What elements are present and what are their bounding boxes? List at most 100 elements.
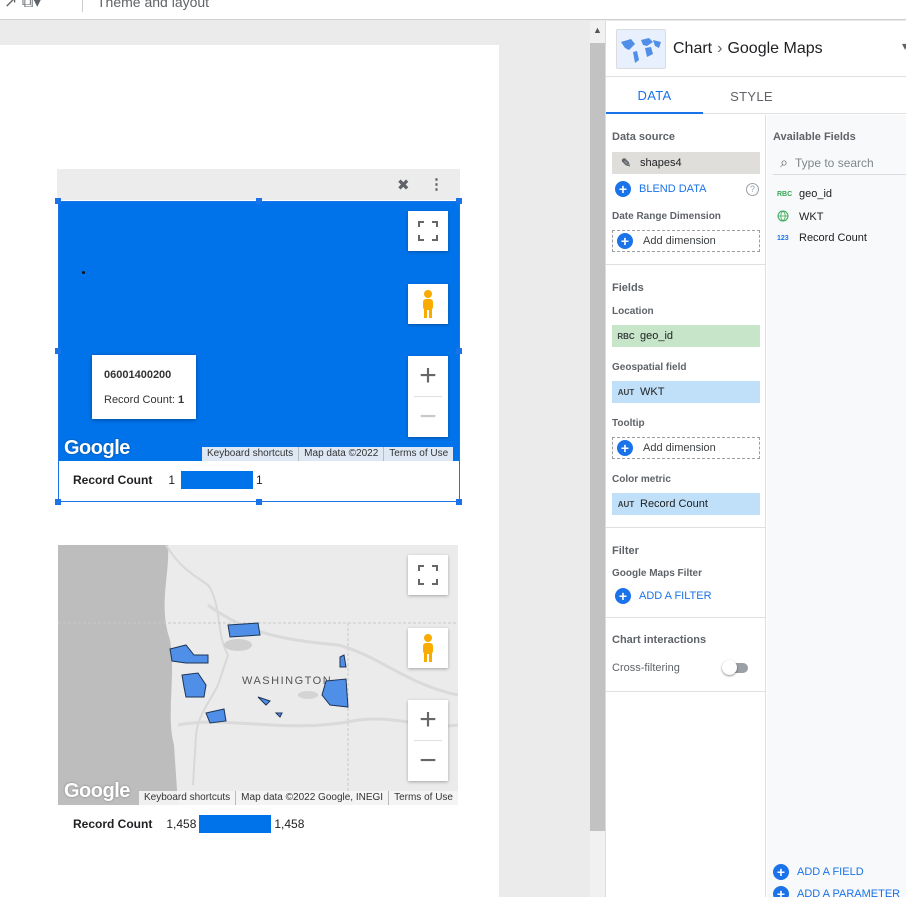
data-source-chip[interactable]: ✎ shapes4	[612, 152, 760, 174]
pegman-button[interactable]	[408, 628, 448, 668]
zoom-in-button[interactable]: +	[408, 700, 448, 740]
blend-data-link[interactable]: + BLEND DATA	[615, 181, 706, 197]
help-icon[interactable]: ?	[746, 183, 759, 196]
legend-gradient-bar	[199, 815, 272, 833]
tooltip-title: 06001400200	[104, 369, 172, 381]
pin-off-icon[interactable]: ✖	[397, 176, 410, 194]
toolbar-icons[interactable]: ↗ ⧉▾	[4, 0, 41, 12]
chart-interactions-title: Chart interactions	[612, 634, 707, 646]
chevron-right-icon: ›	[717, 40, 723, 57]
zoom-controls: + −	[408, 356, 448, 437]
toolbar-divider	[82, 0, 83, 12]
divider	[606, 527, 765, 528]
location-title: Location	[612, 306, 654, 317]
more-options-icon[interactable]: ⋮	[429, 175, 444, 193]
resize-handle[interactable]	[456, 198, 462, 204]
tooltip-title: Tooltip	[612, 418, 645, 429]
chart-type-label[interactable]: Google Maps	[727, 40, 822, 57]
legend-label: Record Count	[73, 473, 153, 487]
add-icon: +	[617, 233, 633, 249]
text-type-icon: RBC	[617, 331, 635, 341]
region-shape	[339, 654, 347, 668]
field-item[interactable]: 123 Record Count	[777, 232, 867, 244]
fields-title: Fields	[612, 282, 644, 294]
legend-label: Record Count	[73, 817, 153, 831]
tooltip-value: 1	[177, 394, 185, 406]
resize-handle[interactable]	[55, 198, 61, 204]
add-dimension-label: Add dimension	[643, 235, 716, 247]
chevron-down-icon[interactable]: ▾	[902, 39, 906, 53]
filter-title: Filter	[612, 545, 639, 557]
divider	[606, 617, 765, 618]
region-shape	[227, 622, 261, 638]
geospatial-field-value: WKT	[640, 386, 665, 398]
pegman-button[interactable]	[408, 284, 448, 324]
terms-of-use-link[interactable]: Terms of Use	[383, 447, 453, 461]
fullscreen-button[interactable]	[408, 555, 448, 595]
scroll-thumb[interactable]	[590, 43, 605, 831]
chart-header: ✖ ⋮	[57, 169, 460, 200]
field-search-input[interactable]	[795, 155, 899, 170]
add-parameter-link[interactable]: + ADD A PARAMETER	[773, 886, 900, 897]
region-shape	[169, 644, 209, 664]
available-fields-title: Available Fields	[773, 131, 856, 143]
resize-handle[interactable]	[256, 499, 262, 505]
data-settings: Data source ✎ shapes4 + BLEND DATA ? Dat…	[606, 115, 766, 897]
cross-filtering-toggle[interactable]	[722, 660, 748, 675]
chart-type-thumbnail[interactable]	[616, 29, 666, 69]
color-metric-chip[interactable]: AUT Record Count	[612, 493, 760, 515]
keyboard-shortcuts-link[interactable]: Keyboard shortcuts	[139, 791, 235, 805]
top-toolbar: ↗ ⧉▾ Theme and layout	[0, 0, 906, 20]
text-type-icon: RBC	[777, 190, 793, 198]
zoom-out-button[interactable]: −	[408, 397, 448, 437]
resize-handle[interactable]	[456, 348, 462, 354]
region-shapes[interactable]	[58, 545, 458, 805]
number-type-icon: 123	[777, 234, 789, 242]
add-field-link[interactable]: + ADD A FIELD	[773, 864, 864, 880]
field-name: WKT	[799, 211, 824, 223]
zoom-out-button[interactable]: −	[408, 741, 448, 781]
canvas-scrollbar[interactable]: ▲	[590, 21, 605, 897]
google-map-chart-1[interactable]: + − Google Keyboard shortcuts Map data ©…	[58, 201, 459, 461]
terms-of-use-link[interactable]: Terms of Use	[388, 791, 458, 805]
add-icon: +	[615, 588, 631, 604]
tab-data[interactable]: DATA	[606, 78, 703, 114]
panel-title: Chart › Google Maps	[673, 40, 823, 58]
resize-handle[interactable]	[456, 499, 462, 505]
tab-style[interactable]: STYLE	[703, 78, 800, 114]
available-fields: Available Fields ⌕ RBC geo_id WKT 123 Re…	[767, 115, 906, 897]
panel-header: Chart › Google Maps ▾	[606, 21, 906, 77]
scroll-up-arrow-icon[interactable]: ▲	[593, 25, 602, 35]
map-attribution: Keyboard shortcuts Map data ©2022 Google…	[139, 791, 458, 805]
color-metric-value: Record Count	[640, 498, 708, 510]
auto-type-icon: AUT	[617, 499, 635, 509]
fullscreen-button[interactable]	[408, 211, 448, 251]
theme-layout-button[interactable]: Theme and layout	[97, 0, 209, 10]
location-field-chip[interactable]: RBC geo_id	[612, 325, 760, 347]
edit-pencil-icon[interactable]: ✎	[612, 156, 640, 170]
tooltip-line: Record Count: 1	[104, 394, 184, 406]
add-tooltip-dimension[interactable]: + Add dimension	[612, 437, 760, 459]
map-point[interactable]	[82, 271, 85, 274]
legend-min: 1	[168, 473, 176, 487]
google-map-chart-2[interactable]: WASHINGTON + − Google Keyboard shortcuts…	[58, 545, 458, 805]
add-icon: +	[615, 181, 631, 197]
field-item[interactable]: RBC geo_id	[777, 188, 832, 200]
resize-handle[interactable]	[256, 198, 262, 204]
auto-type-icon: AUT	[617, 387, 635, 397]
resize-handle[interactable]	[55, 499, 61, 505]
zoom-in-button[interactable]: +	[408, 356, 448, 396]
keyboard-shortcuts-link[interactable]: Keyboard shortcuts	[202, 447, 298, 461]
field-item[interactable]: WKT	[777, 210, 823, 224]
globe-icon	[777, 210, 799, 224]
legend-max: 1	[256, 473, 263, 487]
add-date-dimension[interactable]: + Add dimension	[612, 230, 760, 252]
search-icon: ⌕	[780, 154, 788, 170]
resize-handle[interactable]	[55, 348, 61, 354]
map-data-text: Map data ©2022 Google, INEGI	[235, 791, 388, 805]
add-filter-link[interactable]: + ADD A FILTER	[615, 588, 712, 604]
geospatial-field-chip[interactable]: AUT WKT	[612, 381, 760, 403]
world-map-icon	[617, 30, 665, 68]
add-icon: +	[617, 440, 633, 456]
add-icon: +	[773, 864, 789, 880]
